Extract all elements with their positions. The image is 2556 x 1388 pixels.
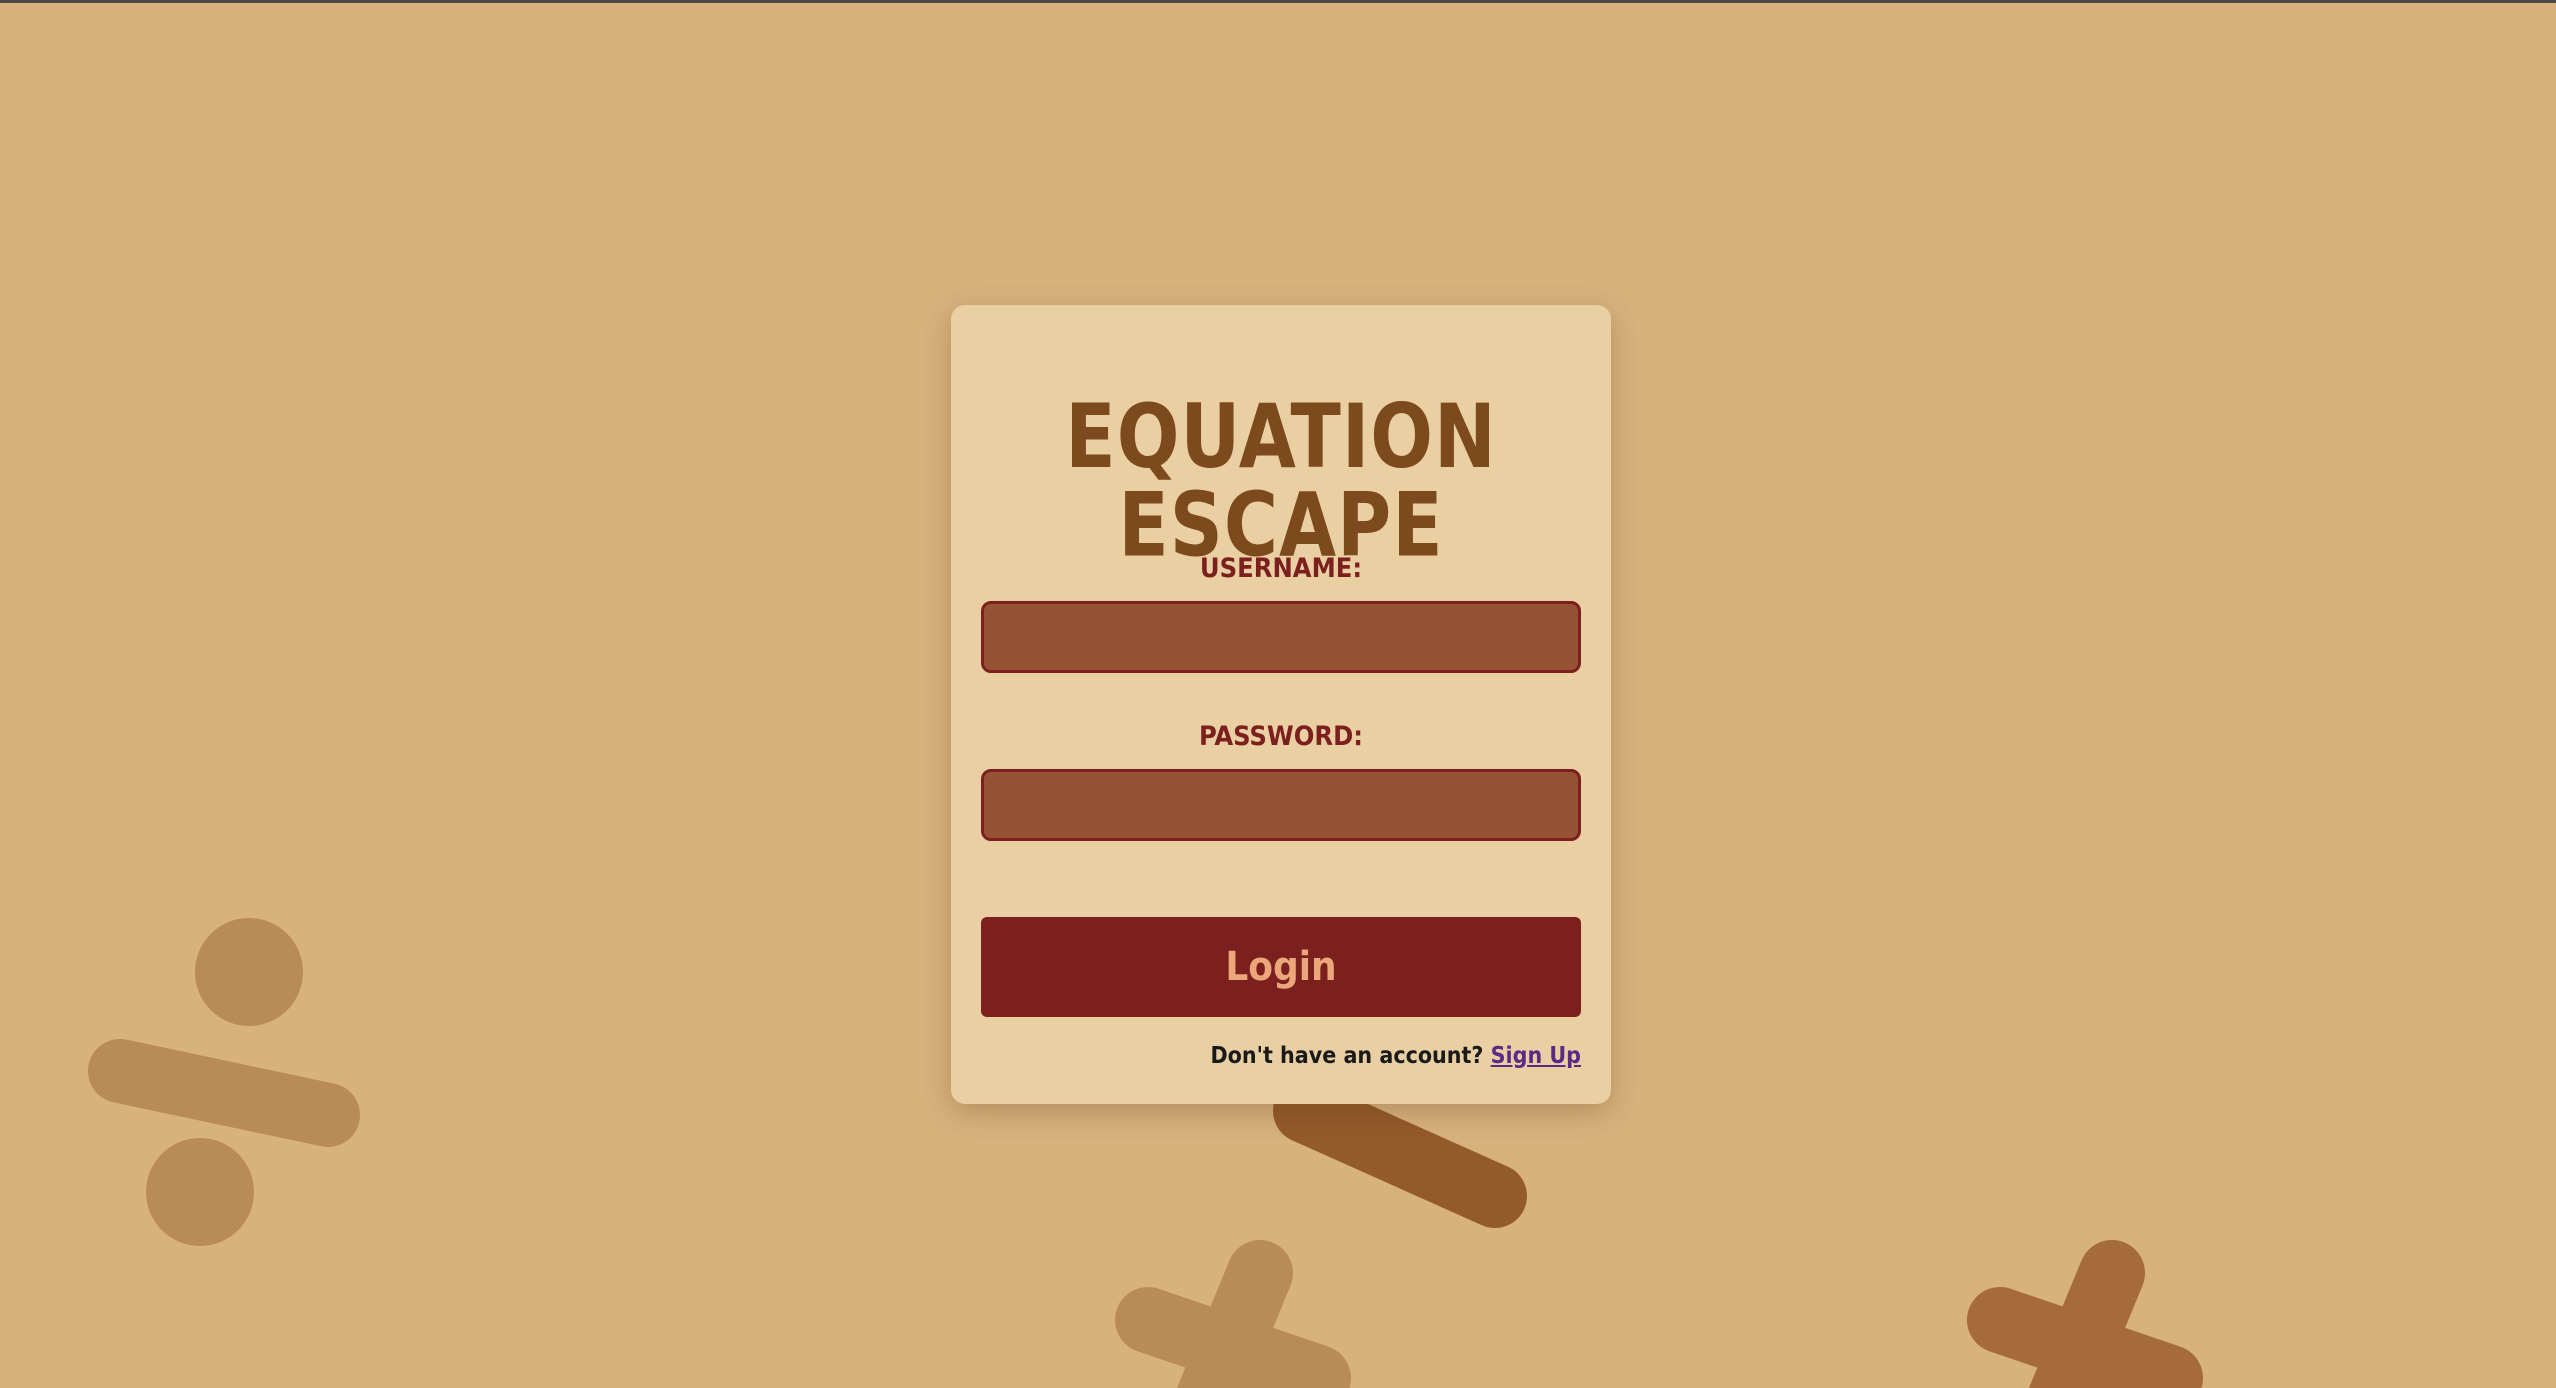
signup-prompt: Don't have an account? — [1210, 1043, 1484, 1069]
plus-sign-icon — [1967, 1240, 2203, 1388]
username-label: USERNAME: — [1199, 553, 1363, 584]
username-input[interactable] — [981, 601, 1581, 673]
signup-link[interactable]: Sign Up — [1491, 1043, 1581, 1069]
signup-row: Don't have an account? Sign Up — [1210, 1045, 1581, 1068]
password-input[interactable] — [981, 769, 1581, 841]
password-label: PASSWORD: — [1199, 721, 1363, 752]
division-sign-icon — [88, 918, 360, 1246]
minus-sign-icon — [1273, 1079, 1527, 1228]
plus-sign-icon — [1115, 1240, 1351, 1388]
login-card: EQUATION ESCAPE USERNAME: PASSWORD: Logi… — [951, 305, 1611, 1104]
login-button[interactable]: Login — [981, 917, 1581, 1017]
app-title: EQUATION ESCAPE — [1065, 385, 1497, 578]
